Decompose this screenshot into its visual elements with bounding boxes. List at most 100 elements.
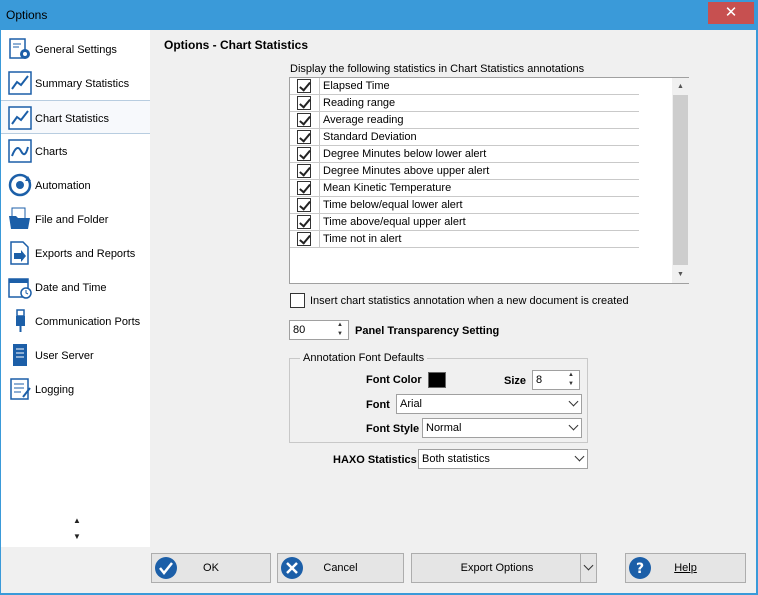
gear-document-icon bbox=[9, 38, 30, 59]
scrollbar-thumb[interactable] bbox=[673, 95, 688, 265]
statistic-row[interactable]: Degree Minutes above upper alert bbox=[290, 163, 639, 180]
stepper-up-icon[interactable]: ▲ bbox=[332, 321, 348, 330]
window-title: Options bbox=[6, 8, 48, 22]
statistic-checkbox[interactable] bbox=[297, 130, 311, 144]
chevron-down-icon bbox=[574, 451, 585, 462]
statistic-check-cell bbox=[290, 180, 320, 196]
annotation-font-group: Annotation Font Defaults Font Color Size… bbox=[289, 352, 588, 443]
stepper-up-icon[interactable]: ▲ bbox=[563, 371, 579, 380]
sidebar-item-summary-statistics[interactable]: Summary Statistics bbox=[1, 66, 150, 100]
statistic-check-cell bbox=[290, 197, 320, 213]
sidebar-item-automation[interactable]: Automation bbox=[1, 168, 150, 202]
font-select[interactable]: Arial bbox=[396, 394, 582, 414]
statistic-check-cell bbox=[290, 231, 320, 247]
sidebar-item-charts[interactable]: Charts bbox=[1, 134, 150, 168]
sidebar-item-communication-ports[interactable]: Communication Ports bbox=[1, 304, 150, 338]
sidebar-item-chart-statistics[interactable]: Chart Statistics bbox=[1, 100, 150, 134]
sidebar-item-label: Charts bbox=[35, 146, 68, 158]
sidebar-item-date-and-time[interactable]: Date and Time bbox=[1, 270, 150, 304]
transparency-value: 80 bbox=[293, 324, 306, 336]
statistic-row[interactable]: Mean Kinetic Temperature bbox=[290, 180, 639, 197]
statistic-label: Reading range bbox=[323, 97, 396, 109]
sidebar-item-label: File and Folder bbox=[35, 214, 109, 226]
sidebar-item-label: Exports and Reports bbox=[35, 248, 136, 260]
size-label: Size bbox=[504, 375, 527, 387]
ok-button-label: OK bbox=[203, 562, 219, 574]
server-icon bbox=[13, 344, 27, 366]
statistic-label: Elapsed Time bbox=[323, 80, 390, 92]
font-label: Font bbox=[366, 399, 390, 411]
statistic-row[interactable]: Average reading bbox=[290, 112, 639, 129]
cancel-button[interactable]: Cancel bbox=[277, 553, 404, 583]
statistic-checkbox[interactable] bbox=[297, 147, 311, 161]
sidebar: General Settings Summary Statistics Char… bbox=[1, 30, 150, 547]
help-button[interactable]: ? Help bbox=[625, 553, 746, 583]
group-title: Annotation Font Defaults bbox=[300, 352, 428, 364]
main-panel: Options - Chart Statistics Display the f… bbox=[150, 30, 756, 547]
statistic-label: Degree Minutes above upper alert bbox=[323, 165, 490, 177]
line-chart-icon bbox=[8, 106, 32, 130]
statistic-label: Mean Kinetic Temperature bbox=[323, 182, 452, 194]
sidebar-item-label: Chart Statistics bbox=[35, 113, 109, 125]
page-title: Options - Chart Statistics bbox=[164, 38, 309, 52]
close-button[interactable]: ✕ bbox=[708, 2, 754, 24]
statistic-checkbox[interactable] bbox=[297, 113, 311, 127]
stepper-down-icon[interactable]: ▼ bbox=[332, 330, 348, 339]
sidebar-item-logging[interactable]: Logging bbox=[1, 372, 150, 406]
statistic-label: Average reading bbox=[323, 114, 404, 126]
title-bar[interactable]: Options ✕ bbox=[0, 0, 758, 30]
ok-button[interactable]: OK bbox=[151, 553, 271, 583]
haxo-statistics-label: HAXO Statistics bbox=[333, 454, 417, 466]
statistics-scrollbar[interactable]: ▲ ▼ bbox=[672, 78, 689, 283]
transparency-label: Panel Transparency Setting bbox=[355, 325, 500, 337]
chevron-down-icon bbox=[568, 396, 579, 407]
scroll-down-icon[interactable]: ▼ bbox=[672, 266, 689, 283]
font-color-swatch[interactable] bbox=[428, 372, 446, 388]
sidebar-item-exports-and-reports[interactable]: Exports and Reports bbox=[1, 236, 150, 270]
insert-annotation-checkbox[interactable] bbox=[290, 293, 305, 308]
statistic-checkbox[interactable] bbox=[297, 198, 311, 212]
export-options-button[interactable]: Export Options bbox=[411, 553, 597, 583]
statistic-checkbox[interactable] bbox=[297, 96, 311, 110]
font-style-label: Font Style bbox=[366, 423, 420, 435]
statistic-checkbox[interactable] bbox=[297, 232, 311, 246]
help-button-label: Help bbox=[674, 562, 697, 574]
font-size-stepper[interactable]: 8 ▲ ▼ bbox=[532, 370, 580, 390]
statistic-row[interactable]: Standard Deviation bbox=[290, 129, 639, 146]
font-style-select[interactable]: Normal bbox=[422, 418, 582, 438]
stepper-down-icon[interactable]: ▼ bbox=[563, 380, 579, 389]
statistics-list-caption: Display the following statistics in Char… bbox=[290, 63, 585, 75]
sidebar-item-label: Summary Statistics bbox=[35, 78, 130, 90]
stepper-buttons: ▲ ▼ bbox=[332, 321, 348, 339]
chevron-down-icon bbox=[568, 420, 579, 431]
statistic-check-cell bbox=[290, 163, 320, 179]
haxo-statistics-value: Both statistics bbox=[422, 453, 490, 465]
sidebar-item-user-server[interactable]: User Server bbox=[1, 338, 150, 372]
statistic-row[interactable]: Degree Minutes below lower alert bbox=[290, 146, 639, 163]
sidebar-item-label: Communication Ports bbox=[35, 316, 141, 328]
statistic-row[interactable]: Time below/equal lower alert bbox=[290, 197, 639, 214]
statistic-label: Time below/equal lower alert bbox=[323, 199, 463, 211]
chevron-down-icon[interactable] bbox=[580, 554, 596, 582]
statistic-checkbox[interactable] bbox=[297, 164, 311, 178]
statistic-row[interactable]: Time above/equal upper alert bbox=[290, 214, 639, 231]
haxo-statistics-select[interactable]: Both statistics bbox=[418, 449, 588, 469]
sidebar-scroll-up-icon[interactable]: ▲ bbox=[71, 516, 83, 525]
stepper-buttons: ▲ ▼ bbox=[563, 371, 579, 389]
statistic-row[interactable]: Elapsed Time bbox=[290, 78, 639, 95]
scroll-up-icon[interactable]: ▲ bbox=[672, 78, 689, 95]
sidebar-item-file-and-folder[interactable]: File and Folder bbox=[1, 202, 150, 236]
sidebar-item-general-settings[interactable]: General Settings bbox=[1, 32, 150, 66]
statistic-label: Standard Deviation bbox=[323, 131, 417, 143]
statistic-checkbox[interactable] bbox=[297, 215, 311, 229]
statistic-row[interactable]: Reading range bbox=[290, 95, 639, 112]
statistic-checkbox[interactable] bbox=[297, 79, 311, 93]
font-select-value: Arial bbox=[400, 398, 423, 410]
statistic-checkbox[interactable] bbox=[297, 181, 311, 195]
insert-annotation-label: Insert chart statistics annotation when … bbox=[310, 295, 629, 307]
statistic-label: Time not in alert bbox=[323, 233, 402, 245]
statistic-label: Degree Minutes below lower alert bbox=[323, 148, 487, 160]
transparency-stepper[interactable]: 80 ▲ ▼ bbox=[289, 320, 349, 340]
statistic-row[interactable]: Time not in alert bbox=[290, 231, 639, 248]
sidebar-scroll-down-icon[interactable]: ▼ bbox=[71, 532, 83, 541]
